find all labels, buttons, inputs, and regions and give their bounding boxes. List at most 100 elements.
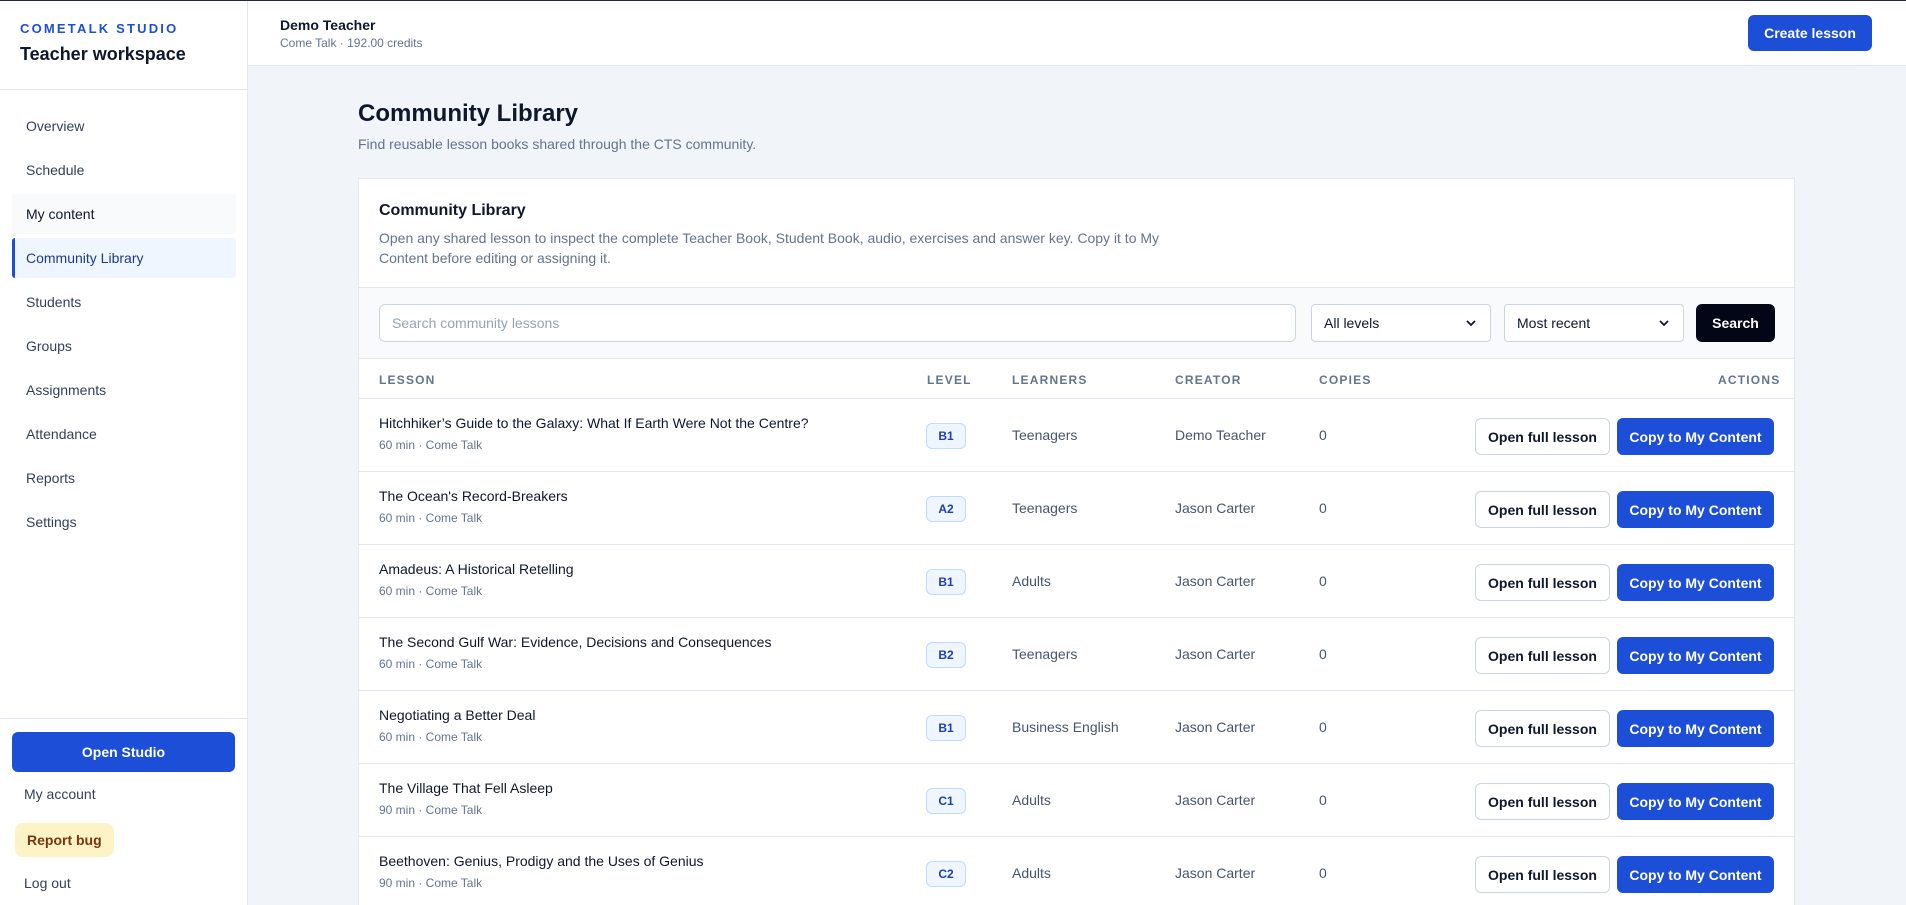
open-full-lesson-button[interactable]: Open full lesson — [1475, 418, 1610, 455]
learners-cell: Adults — [1012, 573, 1051, 589]
lesson-table-body: Hitchhiker’s Guide to the Galaxy: What I… — [359, 399, 1794, 905]
lesson-title[interactable]: The Second Gulf War: Evidence, Decisions… — [379, 634, 771, 650]
sidebar-item-groups[interactable]: Groups — [12, 326, 236, 366]
level-badge: B1 — [926, 569, 966, 595]
open-full-lesson-button[interactable]: Open full lesson — [1475, 710, 1610, 747]
lesson-meta: 60 min · Come Talk — [379, 438, 483, 452]
column-header-copies: COPIES — [1319, 373, 1372, 387]
sidebar-item-settings[interactable]: Settings — [12, 502, 236, 542]
table-row: Hitchhiker’s Guide to the Galaxy: What I… — [359, 399, 1794, 472]
column-header-learners: LEARNERS — [1012, 373, 1088, 387]
search-input[interactable] — [379, 304, 1296, 342]
sidebar-item-overview[interactable]: Overview — [12, 106, 236, 146]
chevron-down-icon — [1659, 320, 1669, 327]
creator-cell: Demo Teacher — [1175, 427, 1266, 443]
sidebar-nav: Overview Schedule My content Community L… — [12, 106, 236, 546]
copy-to-my-content-button[interactable]: Copy to My Content — [1617, 637, 1774, 674]
lesson-meta: 90 min · Come Talk — [379, 876, 483, 890]
brand-kicker: COMETALK STUDIO — [20, 21, 179, 36]
copies-cell: 0 — [1319, 792, 1327, 808]
learners-cell: Teenagers — [1012, 500, 1078, 516]
sidebar-item-my-content[interactable]: My content — [12, 194, 236, 234]
level-badge: C1 — [926, 788, 966, 814]
lesson-title[interactable]: The Ocean's Record-Breakers — [379, 488, 568, 504]
lesson-meta: 60 min · Come Talk — [379, 511, 483, 525]
learners-cell: Adults — [1012, 792, 1051, 808]
table-row: The Second Gulf War: Evidence, Decisions… — [359, 618, 1794, 691]
open-full-lesson-button[interactable]: Open full lesson — [1475, 783, 1610, 820]
sidebar-item-schedule[interactable]: Schedule — [12, 150, 236, 190]
report-bug-button[interactable]: Report bug — [15, 823, 114, 857]
copies-cell: 0 — [1319, 719, 1327, 735]
user-name: Demo Teacher — [280, 17, 376, 33]
table-row: Amadeus: A Historical Retelling 60 min ·… — [359, 545, 1794, 618]
search-button[interactable]: Search — [1696, 304, 1775, 342]
table-row: The Ocean's Record-Breakers 60 min · Com… — [359, 472, 1794, 545]
level-badge: B1 — [926, 715, 966, 741]
column-header-level: LEVEL — [927, 373, 972, 387]
page-subtitle: Find reusable lesson books shared throug… — [358, 136, 757, 152]
open-studio-button[interactable]: Open Studio — [12, 732, 235, 772]
level-select-value: All levels — [1324, 315, 1380, 331]
copies-cell: 0 — [1319, 865, 1327, 881]
column-header-creator: CREATOR — [1175, 373, 1242, 387]
sidebar-bottom-divider — [0, 718, 247, 719]
learners-cell: Business English — [1012, 719, 1119, 735]
page-title: Community Library — [358, 100, 579, 127]
lesson-meta: 60 min · Come Talk — [379, 584, 483, 598]
window-top-border — [0, 0, 1906, 1]
creator-cell: Jason Carter — [1175, 792, 1256, 808]
sort-select-value: Most recent — [1517, 315, 1591, 331]
sort-select[interactable]: Most recent — [1504, 304, 1684, 342]
open-full-lesson-button[interactable]: Open full lesson — [1475, 564, 1610, 601]
filter-bar: All levels Most recent Search — [359, 287, 1794, 359]
table-row: The Village That Fell Asleep 90 min · Co… — [359, 764, 1794, 837]
lesson-title[interactable]: Hitchhiker’s Guide to the Galaxy: What I… — [379, 415, 809, 431]
level-select[interactable]: All levels — [1311, 304, 1491, 342]
sidebar-item-students[interactable]: Students — [12, 282, 236, 322]
log-out-link[interactable]: Log out — [24, 875, 71, 891]
brand: COMETALK STUDIO Teacher workspace — [0, 0, 247, 90]
copies-cell: 0 — [1319, 500, 1327, 516]
table-header: LESSON LEVEL LEARNERS CREATOR COPIES ACT… — [359, 359, 1794, 399]
sidebar-item-assignments[interactable]: Assignments — [12, 370, 236, 410]
lesson-title[interactable]: The Village That Fell Asleep — [379, 780, 553, 796]
copy-to-my-content-button[interactable]: Copy to My Content — [1617, 783, 1774, 820]
creator-cell: Jason Carter — [1175, 646, 1256, 662]
copies-cell: 0 — [1319, 427, 1327, 443]
copies-cell: 0 — [1319, 646, 1327, 662]
sidebar-item-community-library[interactable]: Community Library — [12, 238, 236, 278]
panel-title: Community Library — [379, 202, 526, 219]
column-header-actions: ACTIONS — [1718, 373, 1781, 387]
create-lesson-button[interactable]: Create lesson — [1748, 15, 1872, 51]
open-full-lesson-button[interactable]: Open full lesson — [1475, 856, 1610, 893]
lesson-title[interactable]: Negotiating a Better Deal — [379, 707, 535, 723]
learners-cell: Adults — [1012, 865, 1051, 881]
chevron-down-icon — [1466, 320, 1476, 327]
community-library-panel: Community Library Open any shared lesson… — [358, 178, 1795, 905]
copy-to-my-content-button[interactable]: Copy to My Content — [1617, 418, 1774, 455]
copies-cell: 0 — [1319, 573, 1327, 589]
sidebar-item-reports[interactable]: Reports — [12, 458, 236, 498]
sidebar-item-attendance[interactable]: Attendance — [12, 414, 236, 454]
creator-cell: Jason Carter — [1175, 573, 1256, 589]
level-badge: C2 — [926, 861, 966, 887]
copy-to-my-content-button[interactable]: Copy to My Content — [1617, 491, 1774, 528]
copy-to-my-content-button[interactable]: Copy to My Content — [1617, 564, 1774, 601]
level-badge: A2 — [926, 496, 966, 522]
learners-cell: Teenagers — [1012, 646, 1078, 662]
open-full-lesson-button[interactable]: Open full lesson — [1475, 637, 1610, 674]
lesson-title[interactable]: Amadeus: A Historical Retelling — [379, 561, 574, 577]
lesson-meta: 60 min · Come Talk — [379, 657, 483, 671]
open-full-lesson-button[interactable]: Open full lesson — [1475, 491, 1610, 528]
lesson-meta: 90 min · Come Talk — [379, 803, 483, 817]
creator-cell: Jason Carter — [1175, 719, 1256, 735]
copy-to-my-content-button[interactable]: Copy to My Content — [1617, 710, 1774, 747]
copy-to-my-content-button[interactable]: Copy to My Content — [1617, 856, 1774, 893]
table-row: Negotiating a Better Deal 60 min · Come … — [359, 691, 1794, 764]
sidebar: COMETALK STUDIO Teacher workspace Overvi… — [0, 0, 248, 905]
top-header: Demo Teacher Come Talk · 192.00 credits … — [248, 1, 1906, 66]
column-header-lesson: LESSON — [379, 373, 436, 387]
lesson-title[interactable]: Beethoven: Genius, Prodigy and the Uses … — [379, 853, 704, 869]
my-account-link[interactable]: My account — [24, 786, 96, 802]
